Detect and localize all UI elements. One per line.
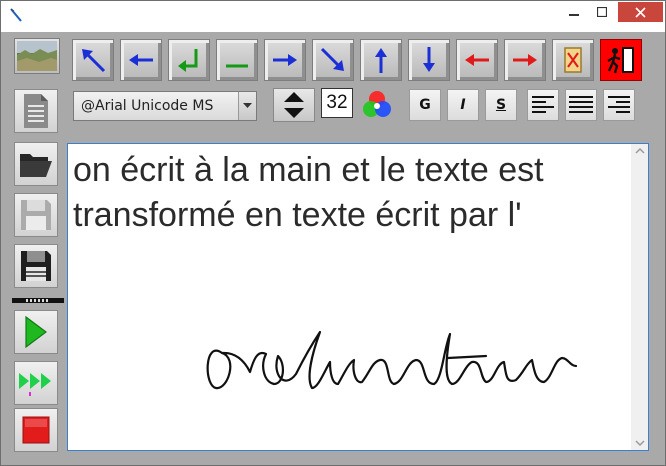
minimize-button[interactable] bbox=[561, 2, 587, 22]
cancel-card-icon bbox=[564, 47, 582, 73]
floppy-disk-icon bbox=[21, 200, 51, 230]
delete-right-button[interactable] bbox=[504, 39, 546, 81]
sidebar-splitter[interactable] bbox=[12, 298, 64, 303]
underscore-bar-icon bbox=[226, 64, 248, 68]
text-editor[interactable]: on écrit à la main et le texte est trans… bbox=[67, 143, 649, 451]
chevron-down-icon[interactable] bbox=[238, 92, 256, 120]
bold-button[interactable]: G bbox=[409, 89, 441, 121]
document-icon bbox=[24, 94, 48, 128]
exit-door-icon bbox=[607, 47, 634, 74]
color-wheel-icon bbox=[363, 91, 391, 117]
font-family-value: @Arial Unicode MS bbox=[81, 98, 214, 114]
close-button[interactable] bbox=[618, 2, 663, 22]
floppy-disk-dark-icon bbox=[21, 251, 51, 281]
play-button[interactable] bbox=[14, 310, 58, 354]
minimize-icon bbox=[569, 14, 579, 16]
return-arrow-icon bbox=[178, 49, 198, 72]
exit-button[interactable] bbox=[600, 39, 642, 81]
fast-forward-icon bbox=[19, 373, 51, 396]
italic-button[interactable]: I bbox=[447, 89, 479, 121]
open-folder-button[interactable] bbox=[14, 142, 58, 186]
arrow-right-icon bbox=[273, 54, 297, 66]
chevron-down-icon[interactable] bbox=[635, 440, 645, 447]
delete-left-button[interactable] bbox=[456, 39, 498, 81]
play-all-button[interactable] bbox=[14, 361, 58, 405]
clear-button[interactable] bbox=[552, 39, 594, 81]
font-family-select[interactable]: @Arial Unicode MS bbox=[73, 91, 257, 121]
save-as-button[interactable] bbox=[14, 244, 58, 288]
font-size-value[interactable]: 32 bbox=[321, 88, 353, 118]
image-thumbnail-button[interactable] bbox=[14, 38, 60, 74]
maximize-button[interactable] bbox=[589, 2, 615, 22]
align-left-icon bbox=[532, 96, 554, 113]
handwritten-ink-strokes bbox=[206, 330, 578, 390]
arrow-left-icon bbox=[465, 54, 489, 66]
folder-open-icon bbox=[20, 154, 52, 177]
align-right-button[interactable] bbox=[603, 89, 635, 121]
title-bar bbox=[1, 1, 665, 32]
editor-text[interactable]: on écrit à la main et le texte est trans… bbox=[73, 148, 618, 238]
play-icon bbox=[25, 316, 47, 348]
stop-button[interactable] bbox=[14, 408, 58, 452]
align-right-icon bbox=[608, 96, 630, 113]
arrow-up-left-icon bbox=[82, 49, 106, 73]
pen-icon bbox=[10, 8, 22, 22]
chevron-up-icon[interactable] bbox=[635, 147, 645, 154]
stop-icon bbox=[22, 416, 50, 444]
app-window: @Arial Unicode MS 32 G I S on écrit à la… bbox=[0, 0, 666, 466]
align-justify-icon bbox=[569, 96, 593, 113]
arrow-down-icon bbox=[423, 47, 435, 72]
close-icon bbox=[635, 6, 646, 18]
move-down-right-button[interactable] bbox=[312, 39, 354, 81]
new-document-button[interactable] bbox=[14, 89, 58, 133]
arrow-up-icon bbox=[375, 48, 387, 73]
line-return-button[interactable] bbox=[168, 39, 210, 81]
underline-button[interactable]: S bbox=[485, 89, 517, 121]
move-down-button[interactable] bbox=[408, 39, 450, 81]
arrow-left-icon bbox=[129, 54, 153, 66]
move-left-button[interactable] bbox=[120, 39, 162, 81]
landscape-photo-icon bbox=[17, 41, 57, 71]
vertical-scrollbar[interactable] bbox=[631, 144, 648, 450]
move-up-left-button[interactable] bbox=[72, 39, 114, 81]
spinner-arrows-icon bbox=[284, 92, 304, 118]
move-right-button[interactable] bbox=[264, 39, 306, 81]
color-picker-button[interactable] bbox=[361, 89, 393, 121]
move-up-button[interactable] bbox=[360, 39, 402, 81]
arrow-down-right-icon bbox=[320, 47, 344, 71]
arrow-right-icon bbox=[513, 54, 537, 66]
align-left-button[interactable] bbox=[527, 89, 559, 121]
font-size-spinner[interactable] bbox=[273, 88, 315, 122]
align-justify-button[interactable] bbox=[565, 89, 597, 121]
save-button[interactable] bbox=[14, 193, 58, 237]
underscore-button[interactable] bbox=[216, 39, 258, 81]
maximize-icon bbox=[597, 7, 607, 17]
